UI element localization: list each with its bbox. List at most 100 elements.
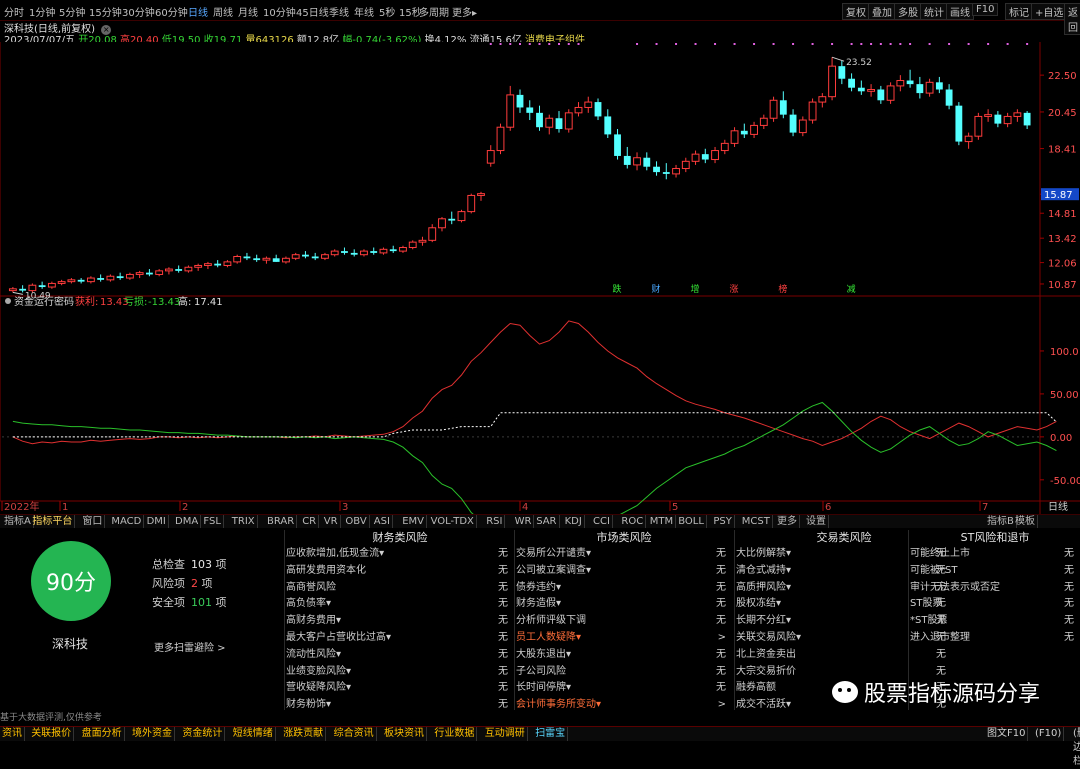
risk-row[interactable]: 营收疑降风险▾ 无	[286, 680, 514, 697]
footer-tab-7[interactable]: 综合资讯	[332, 727, 377, 741]
indicator-tab-9[interactable]: CR	[300, 515, 320, 529]
indicator-tab-10[interactable]: VR	[322, 515, 341, 529]
footer-right-2[interactable]: (删边栏)	[1071, 727, 1080, 767]
signal-dot	[753, 43, 756, 45]
tool-button-4[interactable]: 画线	[946, 3, 974, 20]
indicator-tab-7[interactable]: TRIX	[230, 515, 258, 529]
footer-tab-6[interactable]: 涨跌贡献	[281, 727, 327, 741]
risk-row-value: 无	[1064, 548, 1074, 559]
tool-button-7[interactable]: +自选	[1031, 3, 1068, 20]
tool-button-5[interactable]: F10	[972, 3, 999, 16]
risk-row[interactable]: 北上资金卖出 无	[736, 647, 952, 664]
indicator-tab-0[interactable]: 指标A	[2, 515, 34, 529]
indicator-tab-4[interactable]: DMI	[145, 515, 169, 529]
risk-row[interactable]: 审计无法表示或否定 无	[910, 580, 1080, 597]
period-7[interactable]: 周线	[213, 4, 233, 19]
period-3[interactable]: 15分钟	[89, 4, 122, 19]
period-6[interactable]: 日线	[188, 4, 208, 19]
risk-row[interactable]: 大股东退出▾ 无	[516, 647, 732, 664]
period-10[interactable]: 45日线	[296, 4, 329, 19]
indicator-tab-11[interactable]: OBV	[343, 515, 370, 529]
indicator-tab-12[interactable]: ASI	[372, 515, 393, 529]
tool-button-8[interactable]: 返回	[1064, 3, 1080, 35]
tool-button-6[interactable]: 标记	[1005, 3, 1033, 20]
period-16[interactable]: 更多▸	[452, 4, 477, 19]
risk-row[interactable]: ST股票 无	[910, 596, 1080, 613]
indicator-tab-21[interactable]: MTM	[648, 515, 677, 529]
indicator-tab-24[interactable]: MCST	[740, 515, 773, 529]
period-2[interactable]: 5分钟	[59, 4, 85, 19]
risk-row[interactable]: 高财务费用▾ 无	[286, 613, 514, 630]
period-15[interactable]: 多周期	[419, 4, 449, 19]
risk-row[interactable]: *ST股票 无	[910, 613, 1080, 630]
period-9[interactable]: 10分钟	[263, 4, 296, 19]
risk-row[interactable]: 业绩变脸风险▾ 无	[286, 664, 514, 681]
tool-button-2[interactable]: 多股	[894, 3, 922, 20]
tool-button-0[interactable]: 复权	[842, 3, 870, 20]
tool-button-3[interactable]: 统计	[920, 3, 948, 20]
indicator-tab-23[interactable]: PSY	[711, 515, 735, 529]
risk-row[interactable]: 最大客户占营收比过高▾ 无	[286, 630, 514, 647]
footer-right-1[interactable]: (F10)	[1033, 727, 1065, 741]
period-13[interactable]: 5秒	[379, 4, 395, 19]
footer-tab-8[interactable]: 板块资讯	[382, 727, 427, 741]
indicator-tab-16[interactable]: WR	[513, 515, 535, 529]
indicator-tab-14[interactable]: VOL-TDX	[429, 515, 477, 529]
risk-row[interactable]: 债券违约▾ 无	[516, 580, 732, 597]
period-5[interactable]: 60分钟	[155, 4, 188, 19]
risk-row[interactable]: 应收款增加,低现金流▾ 无	[286, 546, 514, 563]
footer-tab-10[interactable]: 互动调研	[483, 727, 528, 741]
risk-row[interactable]: 交易所公开谴责▾ 无	[516, 546, 732, 563]
risk-row[interactable]: 公司被立案调查▾ 无	[516, 563, 732, 580]
footer-tab-9[interactable]: 行业数据	[432, 727, 478, 741]
risk-row[interactable]: 可能终止上市 无	[910, 546, 1080, 563]
footer-tab-3[interactable]: 境外资金	[130, 727, 175, 741]
period-11[interactable]: 季线	[329, 4, 349, 19]
risk-row[interactable]: 员工人数疑降▾ >	[516, 630, 732, 647]
indicator-tab-3[interactable]: MACD	[109, 515, 145, 529]
indicator-tab-right-1[interactable]: 模板	[1013, 515, 1038, 529]
risk-row[interactable]: 财务粉饰▾ 无	[286, 697, 514, 714]
risk-row[interactable]: 分析师评级下调 无	[516, 613, 732, 630]
footer-tab-11[interactable]: 扫雷宝	[533, 727, 569, 741]
period-1[interactable]: 1分钟	[29, 4, 55, 19]
tool-button-1[interactable]: 叠加	[868, 3, 896, 20]
indicator-tab-6[interactable]: FSL	[201, 515, 224, 529]
risk-row[interactable]: 会计师事务所变动▾ >	[516, 697, 732, 714]
indicator-tab-13[interactable]: EMV	[400, 515, 427, 529]
period-4[interactable]: 30分钟	[122, 4, 155, 19]
footer-tab-0[interactable]: 资讯	[0, 727, 25, 741]
indicator-tab-15[interactable]: RSI	[484, 515, 506, 529]
risk-row[interactable]: 财务造假▾ 无	[516, 596, 732, 613]
risk-row[interactable]: 可能被*ST 无	[910, 563, 1080, 580]
risk-row[interactable]: 进入退市整理 无	[910, 630, 1080, 647]
footer-tab-4[interactable]: 资金统计	[180, 727, 226, 741]
indicator-tab-2[interactable]: 窗口	[80, 515, 106, 529]
signal-dot	[899, 43, 902, 45]
period-0[interactable]: 分时	[4, 4, 24, 19]
indicator-tab-26[interactable]: 设置	[804, 515, 829, 529]
risk-row[interactable]: 长时间停牌▾ 无	[516, 680, 732, 697]
indicator-tab-20[interactable]: ROC	[619, 515, 647, 529]
risk-row[interactable]: 流动性风险▾ 无	[286, 647, 514, 664]
indicator-tab-18[interactable]: KDJ	[563, 515, 585, 529]
footer-tab-1[interactable]: 关联报价	[29, 727, 75, 741]
kline-chart[interactable]: 22.50 20.45 18.41 15.87 14.81 13.42 12.06 10.87…	[0, 42, 1080, 514]
indicator-tab-17[interactable]: SAR	[534, 515, 560, 529]
risk-row[interactable]: 高研发费用资本化 无	[286, 563, 514, 580]
indicator-tab-19[interactable]: CCI	[591, 515, 613, 529]
indicator-tab-5[interactable]: DMA	[173, 515, 202, 529]
risk-row[interactable]: 高负债率▾ 无	[286, 596, 514, 613]
indicator-tab-25[interactable]: 更多	[775, 515, 800, 529]
period-8[interactable]: 月线	[238, 4, 258, 19]
period-12[interactable]: 年线	[354, 4, 374, 19]
risk-row[interactable]: 子公司风险 无	[516, 664, 732, 681]
risk-row[interactable]: 高商誉风险 无	[286, 580, 514, 597]
indicator-tab-8[interactable]: BRAR	[265, 515, 298, 529]
footer-tab-5[interactable]: 短线情绪	[231, 727, 276, 741]
footer-right-0[interactable]: 图文F10	[985, 727, 1029, 741]
indicator-tab-1[interactable]: 指标平台	[30, 515, 76, 529]
footer-tab-2[interactable]: 盘面分析	[80, 727, 125, 741]
more-scan-link[interactable]: 更多扫雷避险 >	[154, 639, 226, 654]
indicator-tab-22[interactable]: BOLL	[676, 515, 707, 529]
